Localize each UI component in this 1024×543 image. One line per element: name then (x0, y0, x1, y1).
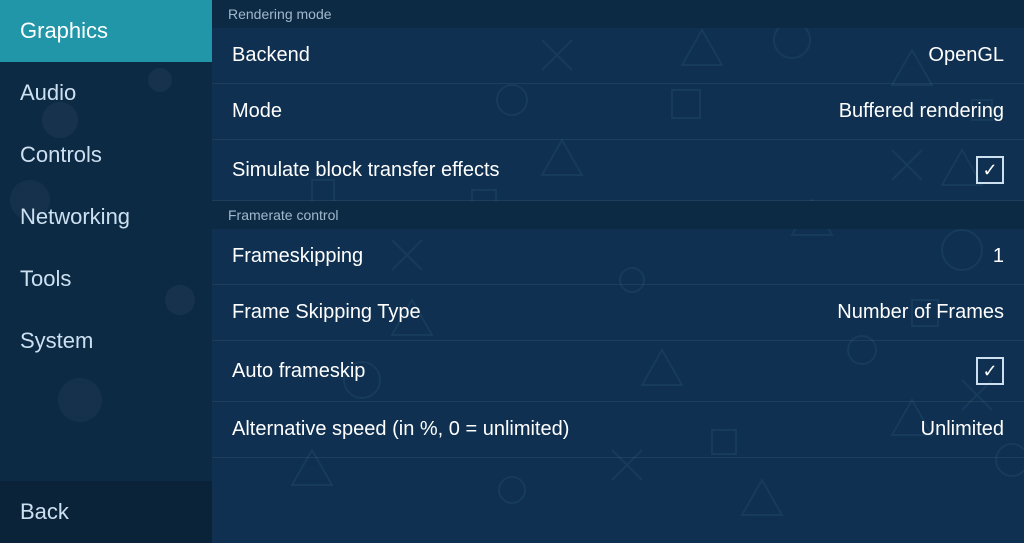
section-title-framerate: Framerate control (228, 207, 338, 223)
sidebar-label-networking: Networking (20, 204, 130, 229)
setting-auto-frameskip[interactable]: Auto frameskip ✓ (212, 341, 1024, 402)
auto-frameskip-checkbox[interactable]: ✓ (976, 357, 1004, 385)
sidebar-label-system: System (20, 328, 93, 353)
alt-speed-value: Unlimited (921, 418, 1004, 441)
simulate-block-checkbox[interactable]: ✓ (976, 156, 1004, 184)
sidebar-label-controls: Controls (20, 142, 102, 167)
simulate-block-label: Simulate block transfer effects (232, 159, 500, 182)
frame-skip-type-value: Number of Frames (837, 301, 1004, 324)
sidebar-item-tools[interactable]: Tools (0, 248, 212, 310)
auto-frameskip-label: Auto frameskip (232, 360, 365, 383)
sidebar-item-system[interactable]: System (0, 310, 212, 372)
sidebar-item-networking[interactable]: Networking (0, 186, 212, 248)
sidebar-item-graphics[interactable]: Graphics (0, 0, 212, 62)
frame-skip-type-label: Frame Skipping Type (232, 301, 421, 324)
sidebar: Graphics Audio Controls Networking Tools… (0, 0, 212, 543)
sidebar-item-controls[interactable]: Controls (0, 124, 212, 186)
mode-label: Mode (232, 100, 282, 123)
sidebar-spacer (0, 372, 212, 481)
setting-simulate-block[interactable]: Simulate block transfer effects ✓ (212, 140, 1024, 201)
setting-alt-speed[interactable]: Alternative speed (in %, 0 = unlimited) … (212, 402, 1024, 458)
section-header-rendering: Rendering mode (212, 0, 1024, 28)
alt-speed-label: Alternative speed (in %, 0 = unlimited) (232, 418, 569, 441)
main-content: Rendering mode Backend OpenGL Mode Buffe… (212, 0, 1024, 543)
sidebar-item-audio[interactable]: Audio (0, 62, 212, 124)
back-button[interactable]: Back (0, 481, 212, 543)
frameskipping-label: Frameskipping (232, 245, 363, 268)
backend-value: OpenGL (928, 44, 1004, 67)
back-label: Back (20, 499, 69, 524)
setting-mode[interactable]: Mode Buffered rendering (212, 84, 1024, 140)
setting-frameskipping[interactable]: Frameskipping 1 (212, 229, 1024, 285)
section-title-rendering: Rendering mode (228, 6, 332, 22)
setting-frame-skip-type[interactable]: Frame Skipping Type Number of Frames (212, 285, 1024, 341)
setting-backend[interactable]: Backend OpenGL (212, 28, 1024, 84)
sidebar-label-graphics: Graphics (20, 18, 108, 43)
mode-value: Buffered rendering (839, 100, 1004, 123)
frameskipping-value: 1 (993, 245, 1004, 268)
sidebar-label-tools: Tools (20, 266, 71, 291)
backend-label: Backend (232, 44, 310, 67)
sidebar-label-audio: Audio (20, 80, 76, 105)
section-header-framerate: Framerate control (212, 201, 1024, 229)
